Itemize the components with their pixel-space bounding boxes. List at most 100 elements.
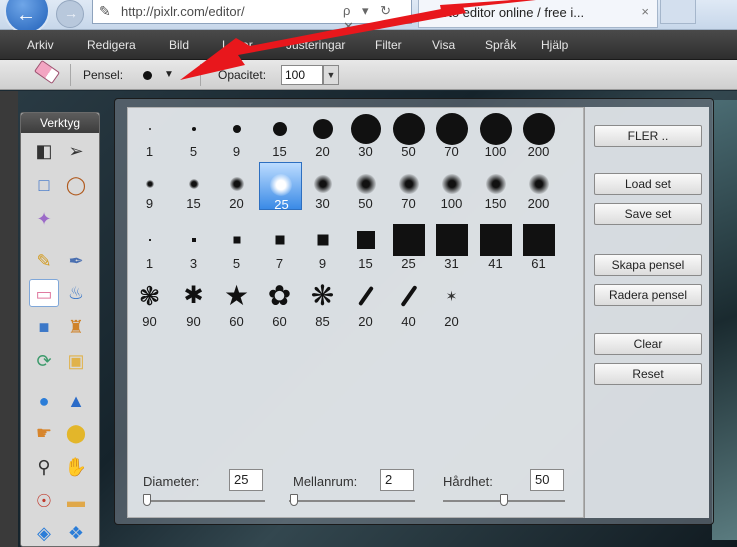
delete-brush-button[interactable]: Radera pensel <box>594 284 702 306</box>
address-bar[interactable]: ✎ http://pixlr.com/editor/ ρ ▾ ↻ ✕ <box>92 0 412 34</box>
brush-hard-30[interactable]: 30 <box>344 112 387 160</box>
brush-square-15[interactable]: 15 <box>344 224 387 272</box>
brush-square-41[interactable]: 41 <box>474 224 517 272</box>
spacing-slider-thumb[interactable] <box>290 494 298 506</box>
create-brush-button[interactable]: Skapa pensel <box>594 254 702 276</box>
brush-soft-30[interactable]: 30 <box>301 164 344 212</box>
crop-icon[interactable]: ◧ <box>29 137 59 165</box>
load-set-button[interactable]: Load set <box>594 173 702 195</box>
hardness-slider-thumb[interactable] <box>500 494 508 506</box>
brush-icon[interactable]: ✒ <box>61 247 91 275</box>
toolbox-header: Verktyg <box>21 113 99 133</box>
spherize-icon[interactable]: ◈ <box>29 519 59 547</box>
pinch-icon[interactable]: ❖ <box>61 519 91 547</box>
save-set-button[interactable]: Save set <box>594 203 702 225</box>
brush-square-1[interactable]: 1 <box>128 224 171 272</box>
brush-soft-100[interactable]: 100 <box>430 164 473 212</box>
browser-tab[interactable]: oto editor online / free i... × <box>418 0 658 28</box>
drop-icon[interactable]: ● <box>29 387 59 415</box>
wand-icon[interactable]: ✦ <box>29 205 59 233</box>
menu-arkiv[interactable]: Arkiv <box>27 38 54 52</box>
brush-soft-150[interactable]: 150 <box>474 164 517 212</box>
menu-hjalp[interactable]: Hjälp <box>541 38 568 52</box>
zoom-icon[interactable]: ⚲ <box>29 453 59 481</box>
brush-spark-20[interactable]: ✶ 20 <box>430 282 473 330</box>
brush-preview-button[interactable] <box>143 71 152 80</box>
brush-hard-9[interactable]: 9 <box>215 112 258 160</box>
brush-hard-100[interactable]: 100 <box>474 112 517 160</box>
brush-square-25[interactable]: 25 <box>387 224 430 272</box>
brush-hard-70[interactable]: 70 <box>430 112 473 160</box>
bandage-icon[interactable]: ▬ <box>61 487 91 515</box>
brush-asterisk-90[interactable]: ✱ 90 <box>172 282 215 330</box>
diameter-slider-thumb[interactable] <box>143 494 151 506</box>
brush-square-9[interactable]: 9 <box>301 224 344 272</box>
menu-filter[interactable]: Filter <box>375 38 402 52</box>
brush-soft-70[interactable]: 70 <box>387 164 430 212</box>
brush-hard-50[interactable]: 50 <box>387 112 430 160</box>
brush-preview <box>356 231 375 249</box>
spacing-input[interactable]: 2 <box>380 469 414 491</box>
menu-justeringar[interactable]: Justeringar <box>286 38 345 52</box>
marquee-icon[interactable]: □ <box>29 171 59 199</box>
red-eye-icon[interactable]: ☉ <box>29 487 59 515</box>
menu-bild[interactable]: Bild <box>169 38 189 52</box>
chevron-down-icon[interactable]: ▼ <box>164 69 174 80</box>
menu-lager[interactable]: Lager <box>222 38 253 52</box>
diameter-slider-track[interactable] <box>143 500 265 502</box>
menu-visa[interactable]: Visa <box>432 38 455 52</box>
brush-hard-1[interactable]: 1 <box>128 112 171 160</box>
brush-hard-200[interactable]: 200 <box>517 112 560 160</box>
replace-color-icon[interactable]: ⟳ <box>29 347 59 375</box>
stamp-icon[interactable]: ♜ <box>61 313 91 341</box>
brush-square-61[interactable]: 61 <box>517 224 560 272</box>
brush-square-31[interactable]: 31 <box>430 224 473 272</box>
menu-redigera[interactable]: Redigera <box>87 38 136 52</box>
brush-splat-85[interactable]: ❋ 85 <box>301 282 344 330</box>
shape-icon[interactable]: ▣ <box>61 347 91 375</box>
brush-square-5[interactable]: 5 <box>215 224 258 272</box>
move-icon[interactable]: ➢ <box>61 137 91 165</box>
pencil-icon[interactable]: ✎ <box>29 247 59 275</box>
brush-square-7[interactable]: 7 <box>258 224 301 272</box>
clear-button[interactable]: Clear <box>594 333 702 355</box>
url-text[interactable]: http://pixlr.com/editor/ <box>121 4 245 19</box>
brush-soft-25-selected[interactable]: 25 <box>259 162 302 212</box>
brush-hard-15[interactable]: 15 <box>258 112 301 160</box>
brush-soft-15[interactable]: 15 <box>172 164 215 212</box>
spacing-slider-track[interactable] <box>289 500 415 502</box>
forward-button[interactable]: → <box>56 0 84 28</box>
gradient-icon[interactable]: ■ <box>29 313 59 341</box>
brush-hard-20[interactable]: 20 <box>301 112 344 160</box>
eraser-icon[interactable]: ▭ <box>29 279 59 307</box>
hardness-input[interactable]: 50 <box>530 469 564 491</box>
hand-icon[interactable]: ✋ <box>61 453 91 481</box>
menu-sprak[interactable]: Språk <box>485 38 516 52</box>
back-button[interactable]: ← <box>4 0 50 34</box>
brush-stroke-20[interactable]: 20 <box>344 282 387 330</box>
brush-soft-50[interactable]: 50 <box>344 164 387 212</box>
brush-soft-9[interactable]: 9 <box>128 164 171 212</box>
brush-soft-20[interactable]: 20 <box>215 164 258 212</box>
sharpen-icon[interactable]: ▲ <box>61 387 91 415</box>
more-brushes-button[interactable]: FLER .. <box>594 125 702 147</box>
bucket-icon[interactable]: ♨ <box>61 279 91 307</box>
new-tab-button[interactable] <box>660 0 696 24</box>
reset-button[interactable]: Reset <box>594 363 702 385</box>
brush-size-label: 5 <box>189 144 198 159</box>
lasso-icon[interactable]: ◯ <box>61 171 91 199</box>
smudge-icon[interactable]: ☛ <box>29 419 59 447</box>
opacity-input[interactable]: 100 <box>281 65 323 85</box>
page-icon: ✎ <box>99 3 111 19</box>
sponge-icon[interactable]: ⬤ <box>61 419 91 447</box>
opacity-dropdown-button[interactable]: ▼ <box>323 65 339 85</box>
brush-starburst-90[interactable]: ❃ 90 <box>128 282 171 330</box>
brush-soft-200[interactable]: 200 <box>517 164 560 212</box>
brush-hard-5[interactable]: 5 <box>172 112 215 160</box>
brush-star-60[interactable]: ★ 60 <box>215 282 258 330</box>
tab-close-button[interactable]: × <box>641 4 649 19</box>
brush-stroke-40[interactable]: 40 <box>387 282 430 330</box>
diameter-input[interactable]: 25 <box>229 469 263 491</box>
brush-square-3[interactable]: 3 <box>172 224 215 272</box>
brush-flower-60[interactable]: ✿ 60 <box>258 282 301 330</box>
